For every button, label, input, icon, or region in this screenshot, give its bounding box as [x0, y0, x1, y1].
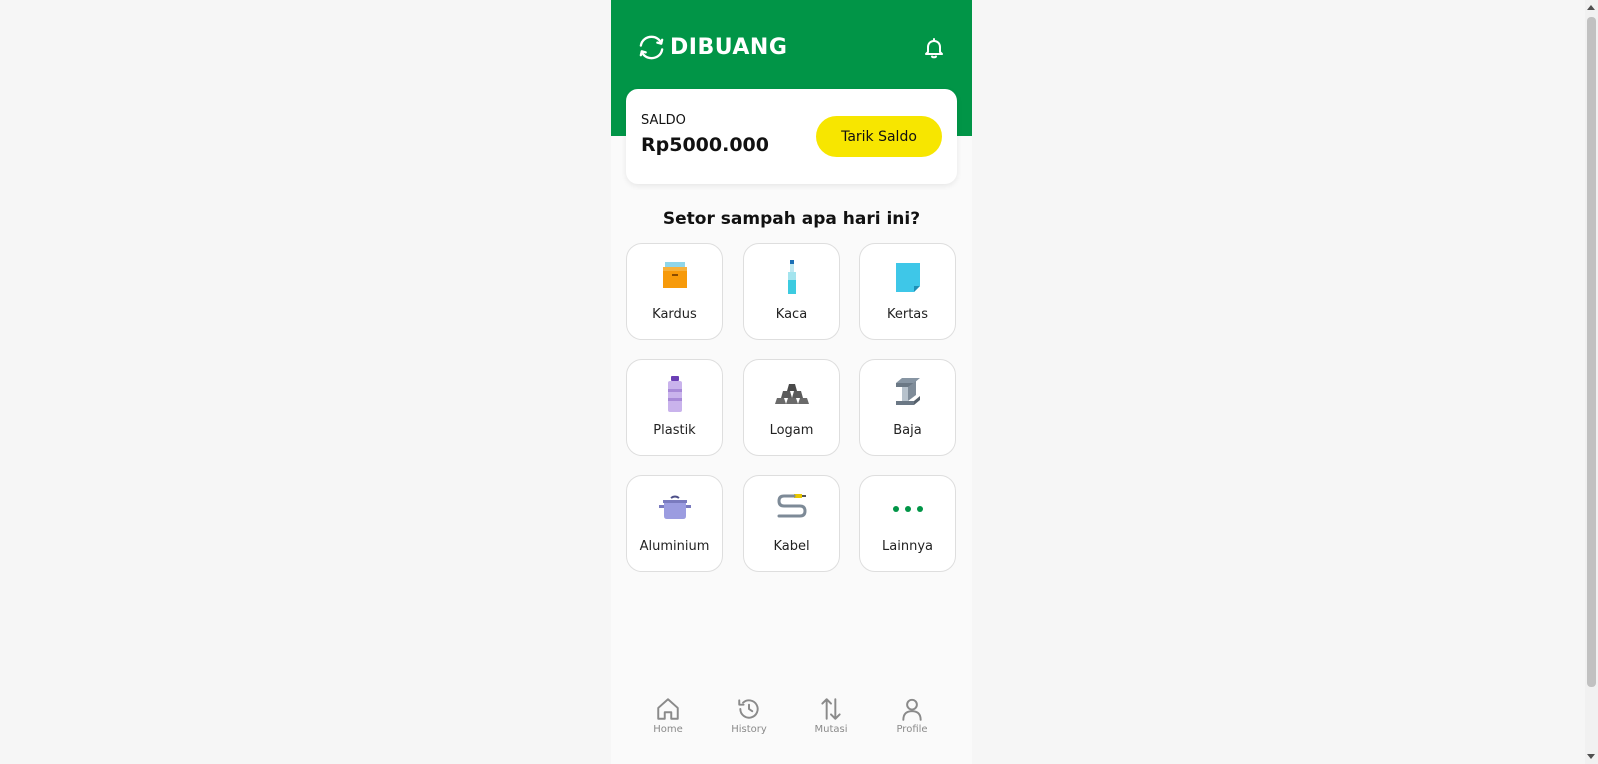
nav-label: Profile [896, 724, 928, 735]
category-label: Kardus [652, 307, 697, 322]
scroll-down-arrow-icon[interactable] [1587, 754, 1595, 759]
balance-label: SALDO [641, 113, 686, 128]
brand-logo[interactable]: DIBUANG [636, 32, 787, 63]
scroll-thumb[interactable] [1587, 17, 1596, 687]
nav-label: History [731, 724, 767, 735]
cable-icon [777, 494, 807, 518]
home-icon [657, 698, 679, 720]
balance-card: SALDO Rp5000.000 Tarik Saldo [626, 89, 957, 184]
nav-home[interactable]: Home [638, 690, 698, 740]
nav-profile[interactable]: Profile [882, 690, 942, 740]
nav-history[interactable]: History [719, 690, 779, 740]
paper-icon [896, 263, 920, 292]
category-tile-baja[interactable]: Baja [859, 359, 956, 456]
category-label: Lainnya [882, 539, 933, 554]
notification-bell-icon[interactable] [922, 36, 946, 60]
category-tile-kardus[interactable]: Kardus [626, 243, 723, 340]
steel-beam-icon [896, 378, 920, 405]
category-tile-kaca[interactable]: Kaca [743, 243, 840, 340]
brand-name: DIBUANG [670, 35, 788, 60]
deposit-title: Setor sampah apa hari ini? [662, 209, 921, 229]
aluminium-pot-icon [659, 495, 691, 519]
category-label: Kertas [886, 307, 929, 322]
nav-label: Mutasi [814, 724, 848, 735]
balance-amount: Rp5000.000 [641, 134, 769, 156]
category-label: Baja [893, 423, 922, 438]
recycle-arrows-icon [639, 35, 664, 60]
category-label: Kabel [773, 539, 810, 554]
category-tile-aluminium[interactable]: Aluminium [626, 475, 723, 572]
category-label: Plastik [653, 423, 696, 438]
category-tile-plastik[interactable]: Plastik [626, 359, 723, 456]
metal-bars-icon [775, 384, 809, 404]
category-tile-lainnya[interactable]: Lainnya [859, 475, 956, 572]
history-icon [738, 699, 759, 719]
plastic-bottle-icon [668, 376, 682, 412]
category-tile-kertas[interactable]: Kertas [859, 243, 956, 340]
category-label: Logam [769, 423, 814, 438]
cardboard-box-icon [663, 262, 687, 288]
mobile-app: DIBUANG SALDO Rp5000.000 Tarik Saldo Set… [611, 0, 972, 764]
nav-label: Home [653, 724, 683, 735]
transfer-arrows-icon [821, 698, 841, 720]
category-label: Aluminium [639, 539, 710, 554]
category-label: Kaca [775, 307, 808, 322]
profile-icon [902, 698, 922, 721]
bottom-navigation: Home History Mutasi Profile [611, 690, 972, 744]
page-scrollbar[interactable] [1585, 0, 1598, 764]
scroll-up-arrow-icon[interactable] [1587, 5, 1595, 10]
category-tile-kabel[interactable]: Kabel [743, 475, 840, 572]
more-dots-icon [893, 506, 923, 512]
nav-mutasi[interactable]: Mutasi [801, 690, 861, 740]
withdraw-button[interactable]: Tarik Saldo [816, 116, 942, 157]
glass-bottle-icon [788, 260, 796, 294]
category-tile-logam[interactable]: Logam [743, 359, 840, 456]
